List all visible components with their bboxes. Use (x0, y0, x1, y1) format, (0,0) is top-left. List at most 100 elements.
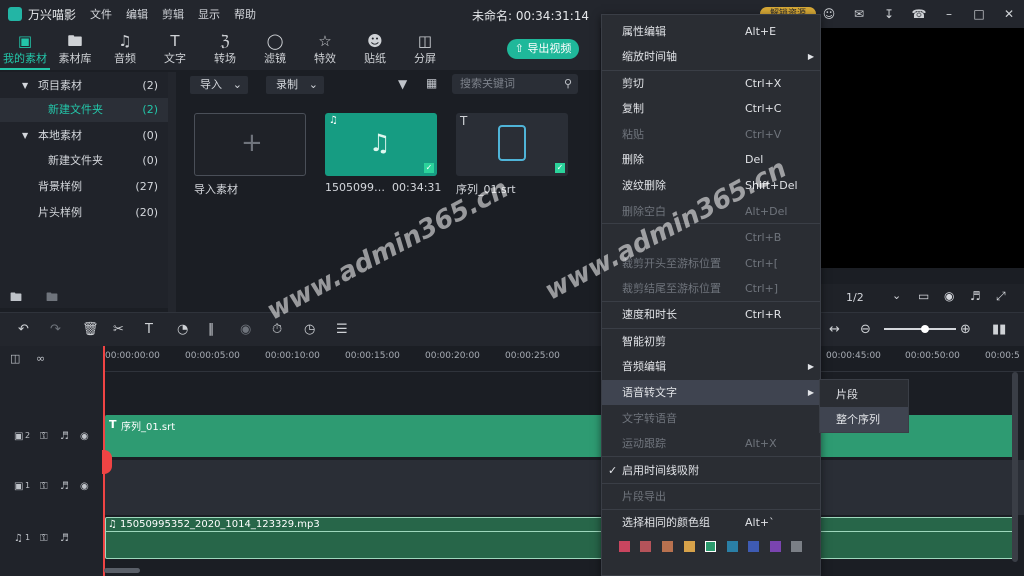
menu-item-text-to-speech[interactable]: 文字转语音 (602, 406, 820, 431)
tree-item-local-media[interactable]: ▼ 本地素材 (0) (0, 124, 168, 148)
zoom-select[interactable]: 1/2 (846, 291, 864, 304)
snapshot-icon[interactable]: ◉ (944, 289, 954, 303)
expand-arrow-icon[interactable]: ▼ (22, 74, 28, 98)
menu-item-delete[interactable]: 删除 Del (602, 147, 820, 172)
tab-effects[interactable]: ☆ 特效 (300, 28, 350, 70)
lock-icon[interactable]: ⚿ (40, 431, 48, 442)
link-icon[interactable]: ∞ (36, 352, 45, 365)
delete-icon[interactable]: 🗑 (82, 322, 99, 337)
menu-item-export-clip[interactable]: 片段导出 (602, 484, 820, 509)
tab-text[interactable]: T 文字 (150, 28, 200, 70)
color-swatch-9[interactable] (791, 541, 802, 552)
color-swatch-5[interactable] (705, 541, 716, 552)
tree-item-intros[interactable]: 片头样例 (20) (0, 201, 168, 225)
tab-media-library[interactable]: 🖿 素材库 (50, 28, 100, 70)
zoom-in-icon[interactable]: ⊕ (960, 322, 971, 337)
mute-icon[interactable]: ♬ (60, 481, 69, 492)
maximize-icon[interactable]: □ (964, 7, 994, 21)
audio-wave-icon[interactable]: ∥ (208, 322, 215, 337)
submenu-item-clip[interactable]: 片段 (820, 382, 908, 407)
video-track-1-lane[interactable] (104, 460, 1024, 515)
color-swatch-7[interactable] (748, 541, 759, 552)
tree-item-new-folder-2[interactable]: 新建文件夹 (0) (0, 149, 168, 173)
menu-edit[interactable]: 编辑 (126, 6, 148, 22)
menu-item-speech-to-text[interactable]: 语音转文字 ▶ (602, 380, 820, 405)
audio-clip[interactable]: ♫ 15050995352_2020_1014_123329.mp3 (105, 517, 1015, 559)
menu-view[interactable]: 显示 (198, 6, 220, 22)
lock-icon[interactable]: ⚿ (40, 481, 48, 492)
menu-help[interactable]: 帮助 (234, 6, 256, 22)
add-track-icon[interactable]: ◫ (10, 352, 20, 365)
tab-my-media[interactable]: ▣ 我的素材 (0, 28, 50, 70)
visibility-icon[interactable]: ◉ (80, 481, 89, 492)
tree-item-new-folder-1[interactable]: 新建文件夹 (2) (0, 98, 168, 122)
expand-arrow-icon[interactable]: ▼ (22, 124, 28, 148)
close-icon[interactable]: ✕ (994, 7, 1024, 21)
volume-icon[interactable]: ♬ (970, 289, 981, 303)
download-icon[interactable]: ↧ (874, 7, 904, 21)
tab-stickers[interactable]: ☻ 贴纸 (350, 28, 400, 70)
tab-split-screen[interactable]: ◫ 分屏 (400, 28, 450, 70)
redo-icon[interactable]: ↷ (50, 322, 61, 337)
folder-icon[interactable]: 🖿 (46, 288, 58, 309)
track-layout-icon[interactable]: ▮▮ (992, 322, 1006, 337)
search-input[interactable]: 搜索关键词 ⚲ (452, 74, 578, 94)
color-swatch-6[interactable] (727, 541, 738, 552)
record-dropdown[interactable]: 录制 ⌄ (266, 76, 324, 94)
duration-icon[interactable]: ◷ (304, 322, 315, 337)
grid-view-icon[interactable]: ▦ (426, 76, 437, 90)
add-text-icon[interactable]: T (145, 322, 153, 337)
menu-item-copy[interactable]: 复制 Ctrl+C (602, 96, 820, 121)
tree-item-backgrounds[interactable]: 背景样例 (27) (0, 175, 168, 199)
crop-icon[interactable]: ◔ (177, 322, 188, 337)
zoom-slider-track[interactable] (884, 328, 956, 330)
timeline-vertical-scrollbar[interactable] (1012, 372, 1018, 562)
menu-file[interactable]: 文件 (90, 6, 112, 22)
menu-item-select-same-color[interactable]: 选择相同的颜色组 Alt+` (602, 510, 820, 535)
tab-transition[interactable]: ℨ 转场 (200, 28, 250, 70)
playhead-handle[interactable] (102, 450, 112, 474)
fit-timeline-icon[interactable]: ↔ (829, 322, 840, 337)
tab-audio[interactable]: ♫ 音频 (100, 28, 150, 70)
zoom-out-icon[interactable]: ⊖ (860, 322, 871, 337)
menu-item-cut[interactable]: 剪切 Ctrl+X (602, 71, 820, 96)
color-swatch-4[interactable] (684, 541, 695, 552)
minimize-icon[interactable]: – (934, 7, 964, 21)
color-swatch-1[interactable] (619, 541, 630, 552)
menu-item-timeline-snap[interactable]: ✓ 启用时间线吸附 (602, 458, 820, 483)
mute-icon[interactable]: ♬ (60, 431, 69, 442)
menu-item-zoom-timeline[interactable]: 缩放时间轴 ▶ (602, 44, 820, 69)
new-folder-icon[interactable]: 🖿 (10, 288, 22, 309)
monitor-icon[interactable]: ▭ (918, 289, 929, 303)
menu-item-paste[interactable]: 粘贴 Ctrl+V (602, 122, 820, 147)
support-icon[interactable]: ☎ (904, 7, 934, 21)
visibility-icon[interactable]: ◉ (80, 431, 89, 442)
panel-splitter[interactable] (168, 72, 176, 312)
export-video-button[interactable]: ⇧ 导出视频 (507, 39, 579, 59)
chevron-down-icon[interactable]: ⌄ (892, 289, 901, 302)
stabilize-icon[interactable]: ◉ (240, 322, 251, 337)
tree-item-project-media[interactable]: ▼ 项目素材 (2) (0, 74, 168, 98)
menu-clip[interactable]: 剪辑 (162, 6, 184, 22)
color-swatch-2[interactable] (640, 541, 651, 552)
timeline-scrollbar[interactable] (104, 568, 140, 573)
filter-icon[interactable]: ▼ (398, 77, 407, 91)
mute-icon[interactable]: ♬ (60, 533, 69, 544)
lock-icon[interactable]: ⚿ (40, 533, 48, 544)
audio-media-tile[interactable]: ♫ ♫ ✓ (325, 113, 437, 176)
undo-icon[interactable]: ↶ (18, 322, 29, 337)
menu-item-smart-cut[interactable]: 智能初剪 (602, 329, 820, 354)
menu-item-speed-duration[interactable]: 速度和时长 Ctrl+R (602, 302, 820, 327)
color-swatch-8[interactable] (770, 541, 781, 552)
cut-icon[interactable]: ✂ (113, 322, 124, 337)
tab-filter[interactable]: ◯ 滤镜 (250, 28, 300, 70)
message-icon[interactable]: ✉ (844, 7, 874, 21)
zoom-slider-handle[interactable] (921, 325, 929, 333)
menu-item-motion-tracking[interactable]: 运动跟踪 Alt+X (602, 431, 820, 456)
import-dropdown[interactable]: 导入 ⌄ (190, 76, 248, 94)
fullscreen-icon[interactable]: ⤢ (996, 289, 1006, 304)
adjust-icon[interactable]: ☰ (336, 322, 348, 337)
menu-item-trim-end[interactable]: 裁剪结尾至游标位置 Ctrl+] (602, 276, 820, 301)
timeline-ruler[interactable] (104, 346, 1024, 372)
import-media-tile[interactable]: + (194, 113, 306, 176)
